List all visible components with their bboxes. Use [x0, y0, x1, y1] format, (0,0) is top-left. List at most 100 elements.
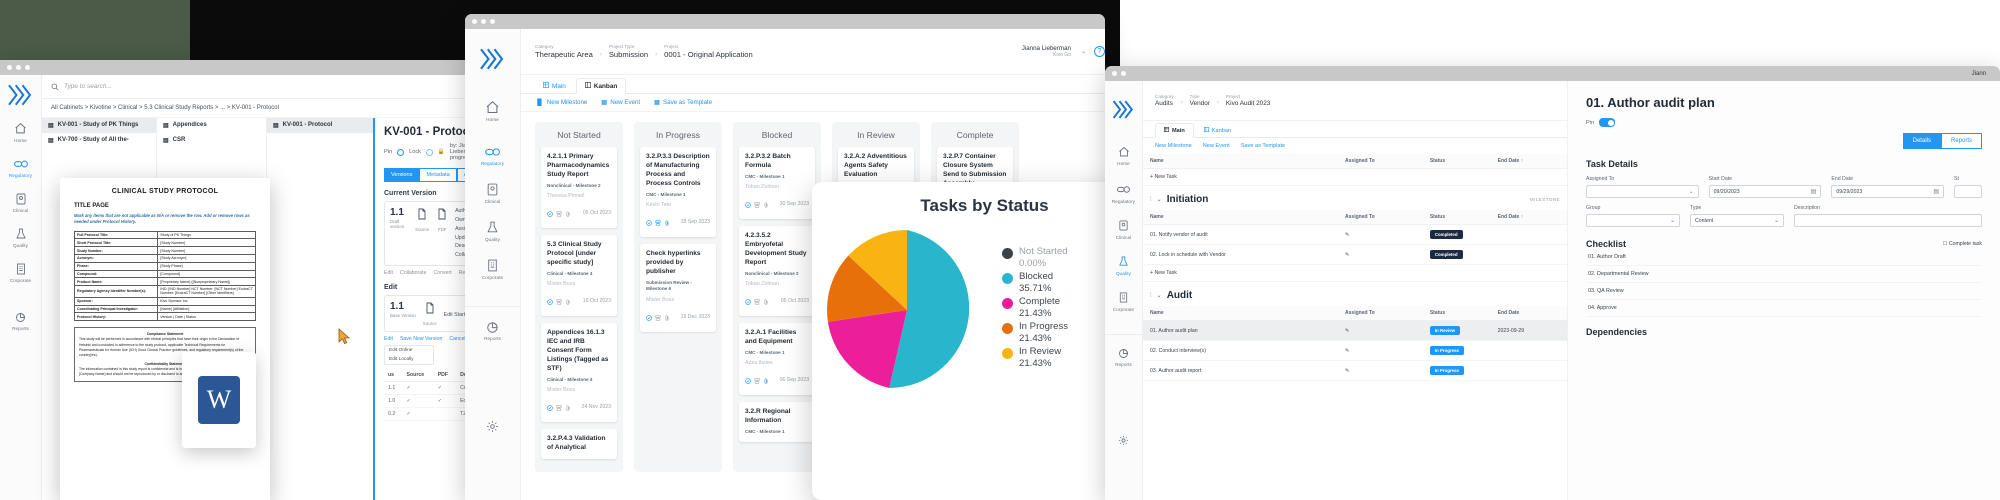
list-item[interactable]: ▤ KV-001 - Study of PK Things	[42, 118, 156, 133]
attachment-icon[interactable]	[763, 371, 769, 389]
breadcrumb-project[interactable]: Project 0001 - Original Application	[664, 44, 753, 59]
pdf-file-icon[interactable]	[436, 207, 448, 226]
kanban-card[interactable]: 4.2.3.5.2 Embryofetal Development Study …	[739, 226, 815, 317]
kanban-card[interactable]: 3.2.A.1 Facilities and Equipment CMC - M…	[739, 323, 815, 396]
checklist-item[interactable]: 03. QA Review	[1586, 283, 1982, 300]
audit-table[interactable]: Name Assigned To Status End Date 01. Aut…	[1143, 306, 1567, 381]
legend-item-in-progress[interactable]: In Progress 21.43%	[1002, 321, 1068, 345]
tab-versions[interactable]: Versions	[384, 168, 420, 182]
tab-kanban[interactable]: Kanban	[1196, 124, 1239, 137]
edit-icon[interactable]: ✎	[1345, 232, 1349, 238]
source-file-icon[interactable]	[415, 207, 429, 226]
sidebar-item-corporate[interactable]: Corporate	[465, 258, 521, 280]
kanban-card[interactable]: 4.2.1.1 Primary Pharmacodynamics Study R…	[541, 147, 617, 229]
drag-handle-icon[interactable]: ⁞	[1150, 197, 1152, 203]
attachment-icon[interactable]	[763, 195, 769, 213]
task-detail-pane[interactable]: 01. Author audit plan Pin Details Report…	[1568, 81, 2000, 500]
checklist-item[interactable]: 01. Author Draft	[1586, 249, 1982, 266]
workflow-icon[interactable]	[754, 371, 760, 389]
table-row[interactable]: 01. Author audit plan ✎ In Review 2023-0…	[1143, 320, 1567, 341]
chevron-down-icon[interactable]: ⌄	[1774, 217, 1779, 224]
center-sidebar-rail[interactable]: Home Regulatory Clinical Quality Corpora…	[465, 29, 521, 500]
chart-legend[interactable]: Not Started 0.00% Blocked 35.71% Complet…	[1002, 224, 1068, 371]
chevron-down-icon[interactable]: ⌄	[1157, 196, 1162, 203]
breadcrumb[interactable]: Category Therapeutic Area › Project Type…	[535, 44, 753, 59]
view-tabs[interactable]: Main Kanban	[1143, 121, 1567, 138]
workflow-icon[interactable]	[556, 292, 562, 310]
complete-task-checkbox[interactable]: ☐ Complete task	[1943, 241, 1982, 247]
user-menu[interactable]: Jianna Lieberman Kivo Go	[1022, 45, 1071, 58]
chevron-down-icon[interactable]: ⌄	[1081, 48, 1086, 55]
description-input[interactable]	[1794, 214, 1982, 227]
sidebar-item-clinical[interactable]: Clinical	[1105, 218, 1143, 240]
list-item[interactable]: ▤ CSR	[157, 133, 266, 148]
workflow-icon[interactable]	[655, 213, 661, 231]
attachment-icon[interactable]	[565, 204, 571, 222]
audit-task-list-pane[interactable]: Category Audits › Type Vendor › Project …	[1143, 81, 1568, 500]
edit-dropdown-menu[interactable]: Edit Online Edit Locally	[384, 345, 434, 366]
user-name[interactable]: Jiann	[1972, 71, 1986, 77]
workflow-icon[interactable]	[655, 308, 661, 326]
drag-handle-icon[interactable]: ⁞	[1150, 293, 1152, 299]
save-new-version-button[interactable]: Save New Version	[400, 336, 442, 342]
table-row[interactable]: 02. Lock in schedule with Vendor ✎ Compl…	[1143, 244, 1567, 265]
workflow-icon[interactable]	[556, 204, 562, 222]
kanban-card[interactable]: Check hyperlinks provided by publisher S…	[640, 243, 716, 332]
attachment-icon[interactable]	[763, 292, 769, 310]
new-task-button[interactable]: + New Task	[1143, 169, 1567, 186]
legend-item-blocked[interactable]: Blocked 35.71%	[1002, 271, 1068, 295]
sidebar-item-clinical[interactable]: Clinical	[465, 182, 521, 204]
new-event-button[interactable]: ▤ New Event	[601, 99, 640, 106]
list-item[interactable]: ▤ KV-700 - Study of All the-	[42, 133, 156, 148]
calendar-icon[interactable]: ▤	[1811, 188, 1817, 195]
attachment-icon[interactable]	[565, 398, 571, 416]
sidebar-item-clinical[interactable]: Clinical	[0, 191, 42, 213]
maximize-icon[interactable]	[25, 65, 30, 70]
chevron-down-icon[interactable]: ⌄	[1157, 292, 1162, 299]
check-icon[interactable]	[547, 292, 553, 310]
start-date-input[interactable]: 09/20/2023 ▤	[1708, 185, 1822, 198]
minimize-icon[interactable]	[481, 19, 486, 24]
sidebar-item-reports[interactable]: Reports	[1105, 334, 1143, 367]
legend-item-complete[interactable]: Complete 21.43%	[1002, 296, 1068, 320]
initiation-table[interactable]: Name Assigned To Status End Date ↑ 01. N…	[1143, 210, 1567, 265]
attachment-icon[interactable]	[664, 213, 670, 231]
field-end-date[interactable]: End Date 09/29/2023 ▤	[1831, 176, 1945, 198]
close-icon[interactable]	[472, 19, 477, 24]
tab-main[interactable]: Main	[535, 79, 574, 93]
cabinet-column-3[interactable]: ▤ KV-001 - Protocol	[267, 118, 375, 500]
kanban-card[interactable]: Appendices 16.1.3 IEC and IRB Consent Fo…	[541, 323, 617, 423]
breadcrumb[interactable]: Category Audits › Type Vendor › Project …	[1155, 94, 1270, 107]
field-description[interactable]: Description	[1794, 205, 1982, 227]
legend-item-in-review[interactable]: In Review 21.43%	[1002, 346, 1068, 370]
save-as-template-button[interactable]: Save as Template	[1241, 143, 1285, 149]
tab-main[interactable]: Main	[1155, 123, 1194, 138]
check-icon[interactable]	[745, 292, 751, 310]
sidebar-item-settings[interactable]	[1105, 433, 1143, 448]
table-row[interactable]: 02. Conduct interview(s) ✎ In Progress	[1143, 340, 1567, 361]
tab-metadata[interactable]: Metadata	[419, 168, 457, 182]
list-item[interactable]: ▤ KV-001 - Protocol	[267, 118, 373, 133]
pin-toggle[interactable]	[397, 148, 405, 156]
legend-item-not-started[interactable]: Not Started 0.00%	[1002, 246, 1068, 270]
calendar-icon[interactable]: ▤	[1933, 188, 1939, 195]
top-task-table[interactable]: Name Assigned To Status End Date ↑	[1143, 154, 1567, 169]
collaborate-button[interactable]: Collaborate	[400, 270, 427, 276]
status-select[interactable]	[1954, 185, 1983, 198]
new-milestone-button[interactable]: New Milestone	[1155, 143, 1192, 149]
type-select[interactable]: Content ⌄	[1690, 214, 1784, 227]
breadcrumb-type[interactable]: Type Vendor	[1190, 94, 1210, 107]
new-task-button[interactable]: + New Task	[1143, 265, 1567, 282]
breadcrumb-project-type[interactable]: Project Type Submission	[609, 44, 648, 59]
sidebar-item-reports[interactable]: Reports	[465, 306, 521, 341]
sidebar-item-settings[interactable]	[465, 419, 521, 434]
sidebar-item-quality[interactable]: Quality	[1105, 254, 1143, 276]
kanban-card[interactable]: 3.2.P.3.2 Batch Formula CMC - Milestone …	[739, 147, 815, 220]
edit-button[interactable]: Edit	[384, 270, 393, 276]
kanban-card[interactable]: 5.3 Clinical Study Protocol [under speci…	[541, 235, 617, 317]
sidebar-item-home[interactable]: Home	[0, 121, 42, 143]
maximize-icon[interactable]	[490, 19, 495, 24]
convert-button[interactable]: Convert	[433, 270, 451, 276]
search-bar[interactable]: Type to search...	[42, 75, 480, 99]
sidebar-item-corporate[interactable]: Corporate	[0, 261, 42, 283]
